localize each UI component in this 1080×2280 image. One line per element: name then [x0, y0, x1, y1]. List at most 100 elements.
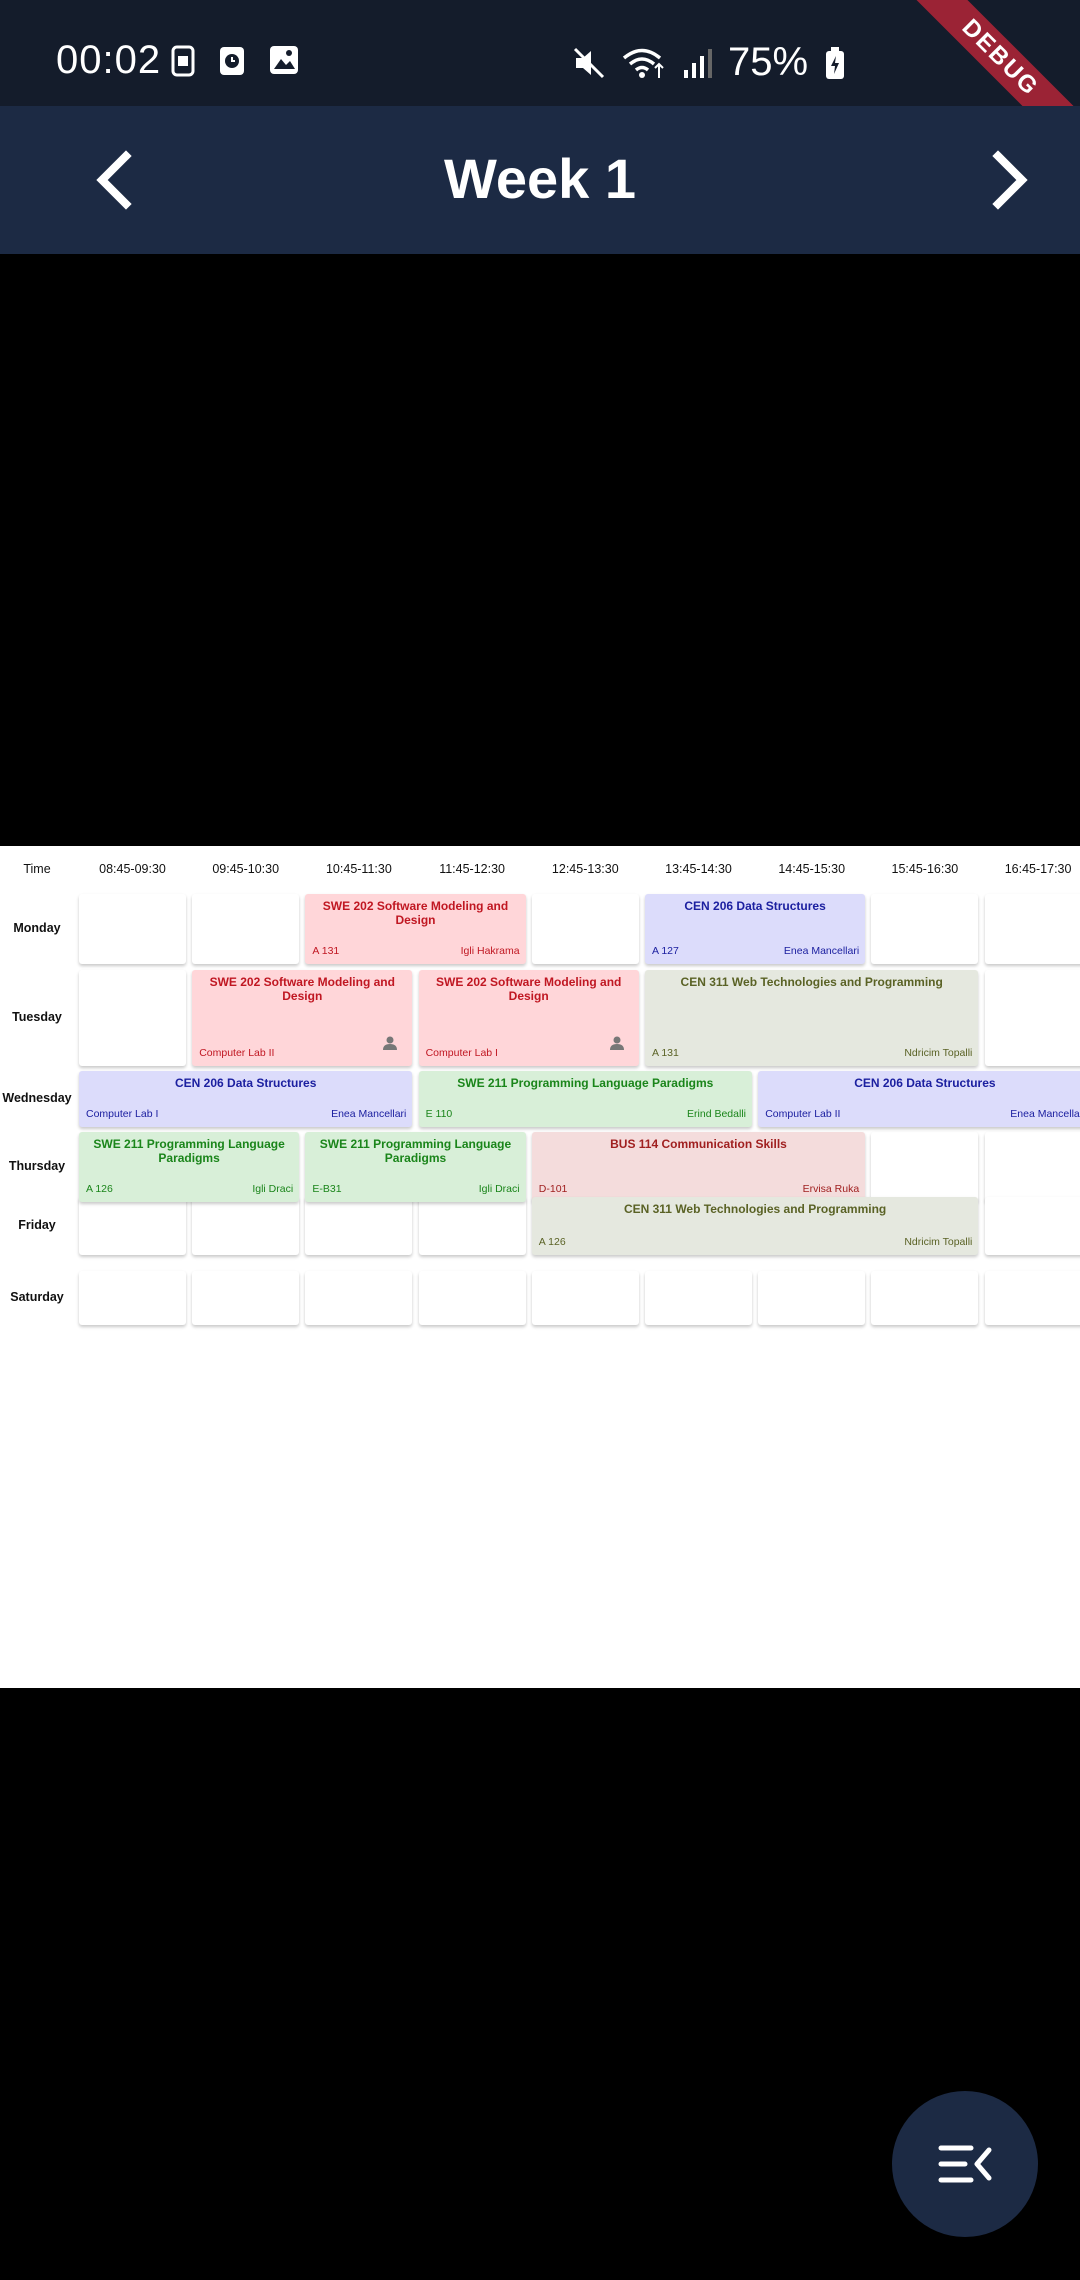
course-room: D-101 — [538, 1183, 568, 1195]
menu-collapse-icon — [938, 2145, 992, 2183]
empty-slot-cell[interactable] — [305, 1197, 413, 1255]
empty-slot-cell[interactable] — [871, 1271, 979, 1325]
empty-slot-cell[interactable] — [984, 894, 1080, 964]
course-block[interactable]: SWE 202 Software Modeling and Design A 13… — [305, 894, 526, 964]
time-slot-header: 13:45-14:30 — [665, 862, 732, 876]
course-block[interactable]: CEN 206 Data Structures Computer Lab II En… — [758, 1071, 1080, 1127]
course-professor: Enea Mancellari — [1010, 1108, 1080, 1120]
empty-slot-cell[interactable] — [192, 1197, 300, 1255]
course-block[interactable]: SWE 202 Software Modeling and Design Comp… — [418, 970, 639, 1066]
clock-icon — [220, 47, 244, 75]
course-professor: Enea Mancellari — [783, 945, 860, 957]
course-professor: Erind Bedalli — [687, 1108, 746, 1120]
course-block[interactable]: CEN 311 Web Technologies and Programming… — [531, 1197, 979, 1255]
course-block[interactable]: SWE 211 Programming Language Paradigms A … — [79, 1132, 300, 1202]
course-professor: Ndricim Topalli — [904, 1236, 973, 1248]
chevron-right-icon — [992, 150, 1028, 210]
course-professor: Igli Draci — [478, 1183, 520, 1195]
mute-icon — [573, 47, 605, 78]
course-block[interactable]: SWE 202 Software Modeling and Design Comp… — [192, 970, 413, 1066]
empty-slot-cell[interactable] — [79, 970, 186, 1066]
course-room: A 126 — [86, 1183, 113, 1195]
time-slot-header: 09:45-10:30 — [212, 862, 280, 876]
course-room: A 131 — [652, 1047, 679, 1059]
empty-slot-cell[interactable] — [984, 1132, 1080, 1202]
empty-slot-cell[interactable] — [192, 1271, 300, 1325]
course-room: Computer Lab II — [199, 1047, 275, 1059]
page-title: Week 1 — [444, 147, 636, 210]
course-professor: Igli Draci — [252, 1183, 294, 1195]
empty-slot-cell[interactable] — [418, 1271, 526, 1325]
empty-slot-cell[interactable] — [758, 1271, 866, 1325]
day-label-monday: Monday — [13, 921, 61, 935]
course-block[interactable]: CEN 206 Data Structures A 127 Enea Mancell… — [645, 894, 866, 964]
day-label-wednesday: Wednesday — [2, 1091, 72, 1105]
empty-slot-cell[interactable] — [79, 894, 186, 964]
empty-slot-cell[interactable] — [79, 1271, 186, 1325]
course-title: SWE 202 Software Modeling and Design — [322, 899, 509, 927]
course-professor: Ervisa Ruka — [802, 1183, 860, 1195]
course-title: CEN 311 Web Technologies and Programming — [623, 1202, 887, 1216]
time-slot-header: 15:45-16:30 — [891, 862, 959, 876]
course-professor: Igli Hakrama — [460, 945, 520, 957]
empty-slot-cell[interactable] — [79, 1197, 186, 1255]
time-slot-header: 16:45-17:30 — [1004, 862, 1072, 876]
time-slot-header: 10:45-11:30 — [325, 862, 392, 876]
empty-slot-cell[interactable] — [192, 894, 300, 964]
course-title: SWE 202 Software Modeling and Design — [209, 975, 395, 1003]
course-room: E-B31 — [312, 1183, 342, 1195]
course-title: CEN 206 Data Structures — [684, 899, 826, 913]
empty-slot-cell[interactable] — [871, 1132, 979, 1202]
empty-slot-cell[interactable] — [531, 1271, 639, 1325]
time-slot-header: 14:45-15:30 — [778, 862, 846, 876]
empty-slot-cell[interactable] — [871, 894, 979, 964]
day-label-thursday: Thursday — [8, 1159, 66, 1173]
course-room: Computer Lab II — [765, 1108, 841, 1120]
time-slot-header: 08:45-09:30 — [99, 862, 166, 876]
wifi-icon — [622, 48, 664, 78]
course-title: BUS 114 Communication Skills — [610, 1137, 787, 1151]
course-room: A 127 — [652, 945, 679, 957]
course-title: SWE 211 Programming Language Paradigms — [457, 1076, 714, 1090]
empty-slot-cell[interactable] — [305, 1271, 413, 1325]
battery-icon — [826, 46, 845, 79]
empty-slot-cell[interactable] — [418, 1197, 526, 1255]
status-time: 00:02 — [56, 38, 162, 82]
person-icon — [382, 1035, 398, 1054]
course-block[interactable]: CEN 311 Web Technologies and Programming… — [645, 970, 979, 1066]
course-title: SWE 211 Programming Language Paradigms — [319, 1137, 512, 1165]
time-slot-header: 12:45-13:30 — [551, 862, 619, 876]
empty-slot-cell[interactable] — [984, 970, 1080, 1066]
signal-icon — [684, 48, 712, 78]
course-title: CEN 206 Data Structures — [854, 1076, 996, 1090]
course-room: Computer Lab I — [86, 1108, 159, 1120]
day-label-tuesday: Tuesday — [12, 1010, 62, 1024]
course-room: A 126 — [538, 1236, 566, 1248]
day-label-saturday: Saturday — [10, 1290, 64, 1304]
empty-slot-cell[interactable] — [984, 1197, 1080, 1255]
course-block[interactable]: SWE 211 Programming Language Paradigms E-… — [305, 1132, 526, 1202]
person-icon — [609, 1035, 625, 1054]
timetable[interactable]: Time 08:45-09:30 09:45-10:30 10:45-11:30 11… — [0, 846, 1080, 1688]
empty-slot-cell[interactable] — [645, 1271, 752, 1325]
empty-slot-cell[interactable] — [531, 894, 639, 964]
course-block[interactable]: BUS 114 Communication Skills D-101 Ervisa … — [531, 1132, 866, 1202]
course-title: CEN 311 Web Technologies and Programming — [680, 975, 943, 989]
course-professor: Ndricim Topalli — [904, 1047, 973, 1059]
course-title: SWE 211 Programming Language Paradigms — [93, 1137, 285, 1165]
time-slot-header: 11:45-12:30 — [439, 862, 505, 876]
course-block[interactable]: SWE 211 Programming Language Paradigms E … — [418, 1071, 752, 1127]
course-block[interactable]: CEN 206 Data Structures Computer Lab I Ene… — [79, 1071, 413, 1127]
course-room: Computer Lab I — [425, 1047, 498, 1059]
app-bar: Week 1 — [0, 106, 1080, 254]
empty-slot-cell[interactable] — [984, 1271, 1080, 1325]
course-professor: Enea Mancellari — [331, 1108, 407, 1120]
course-room: E 110 — [425, 1108, 453, 1120]
menu-fab-button[interactable] — [892, 2091, 1038, 2237]
status-bar: 00:02 75% DEBUG — [0, 0, 1080, 177]
battery-percent: 75% — [728, 40, 809, 84]
sim-icon — [171, 45, 195, 77]
course-title: SWE 202 Software Modeling and Design — [436, 975, 622, 1003]
next-week-button[interactable] — [978, 150, 1038, 210]
day-label-friday: Friday — [18, 1218, 56, 1232]
